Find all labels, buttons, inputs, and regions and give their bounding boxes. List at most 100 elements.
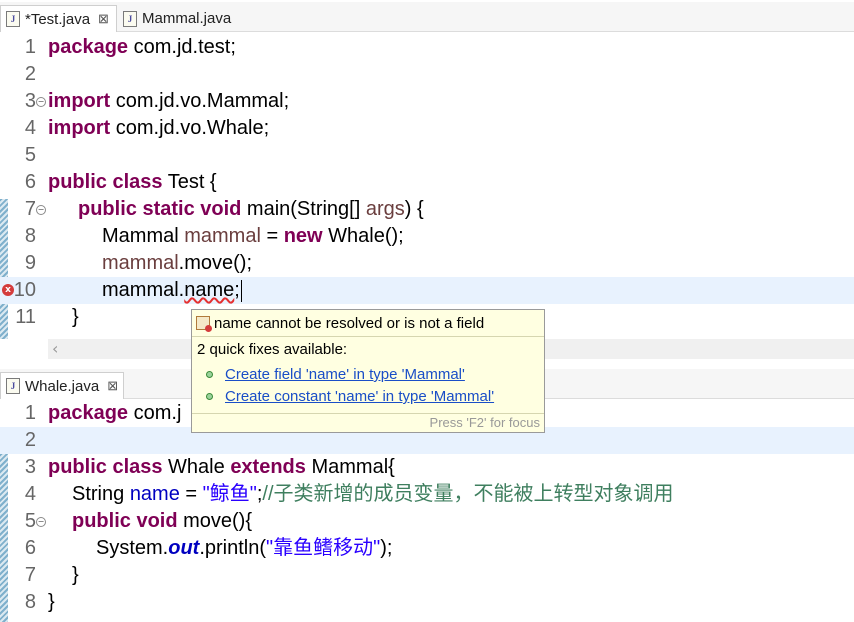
code-text: com.jd.vo.Whale; (110, 117, 270, 139)
line-number: 8 (24, 591, 36, 613)
code-line: 9 mammal.move(); (0, 250, 854, 277)
code-text: main(String[] (241, 198, 366, 220)
code-text: Whale (162, 456, 231, 478)
line-number: 5 (24, 144, 36, 166)
code-text: = (260, 225, 284, 247)
string-literal: "靠鱼鳍移动" (266, 537, 381, 559)
code-text: mammal. (102, 279, 185, 301)
test-java-editor[interactable]: 1 package com.jd.test; 2 3 − import com.… (0, 32, 854, 339)
code-line: 4 String name = "鲸鱼";//子类新增的成员变量，不能被上转型对… (0, 481, 854, 508)
code-text: } (48, 591, 55, 613)
popup-footer: Press 'F2' for focus (192, 413, 544, 432)
code-text: .println( (199, 537, 267, 559)
code-line: 5 − public void move(){ (0, 508, 854, 535)
scroll-left-icon[interactable]: ‹ (52, 339, 58, 359)
popup-header: name cannot be resolved or is not a fiel… (192, 310, 544, 337)
close-icon[interactable]: ⊠ (107, 378, 118, 394)
line-number: 5 (24, 510, 36, 532)
keyword: public class (48, 456, 163, 478)
bullet-icon (206, 393, 213, 400)
line-number: 3 (24, 90, 36, 112)
code-line: 6 public class Test { (0, 169, 854, 196)
line-number: 4 (24, 483, 36, 505)
keyword: public void (72, 510, 178, 532)
code-line: 4 import com.jd.vo.Whale; (0, 115, 854, 142)
quick-fix-item[interactable]: Create constant 'name' in type 'Mammal' (206, 388, 494, 405)
code-text: ; (234, 279, 240, 301)
text-caret (240, 279, 242, 302)
keyword: new (283, 225, 323, 247)
code-text: ) { (404, 198, 424, 220)
line-number: 3 (24, 456, 36, 478)
bullet-icon (206, 371, 213, 378)
java-file-icon: J (123, 10, 137, 27)
code-text: Whale(); (322, 225, 404, 247)
code-text: } (72, 306, 79, 328)
line-number: 1 (24, 36, 36, 58)
code-line: 6 System.out.println("靠鱼鳍移动"); (0, 535, 854, 562)
code-text: Test { (162, 171, 217, 193)
keyword: package (48, 402, 129, 424)
tab-test-java[interactable]: J *Test.java ⊠ (0, 5, 117, 32)
current-code-line: x 10 mammal.name; (0, 277, 854, 304)
code-line: 3 − import com.jd.vo.Mammal; (0, 88, 854, 115)
quick-fix-item[interactable]: Create field 'name' in type 'Mammal' (206, 366, 465, 383)
code-text: Mammal (102, 225, 185, 247)
quickfix-icon (196, 316, 212, 332)
string-literal: "鲸鱼" (202, 483, 257, 505)
line-number: 9 (24, 252, 36, 274)
keyword: extends (230, 456, 306, 478)
tab-whale-java[interactable]: J Whale.java ⊠ (0, 372, 124, 399)
code-line: 3 public class Whale extends Mammal{ (0, 454, 854, 481)
top-editor-tabbar: J *Test.java ⊠ J Mammal.java (0, 2, 854, 32)
code-text: com.jd.test; (128, 36, 236, 58)
line-number: 6 (24, 537, 36, 559)
line-number: 10 (13, 279, 36, 301)
code-line: 7 } (0, 562, 854, 589)
keyword: public class (48, 171, 163, 193)
keyword: public static void (78, 198, 242, 220)
quick-fix-link[interactable]: Create field 'name' in type 'Mammal' (225, 366, 465, 383)
code-text: = (179, 483, 203, 505)
keyword: import (48, 90, 111, 112)
line-number: 2 (24, 429, 36, 451)
code-text: Mammal{ (305, 456, 395, 478)
code-line: 5 (0, 142, 854, 169)
code-line: 1 package com.jd.test; (0, 34, 854, 61)
tab-label: Mammal.java (142, 10, 232, 27)
quick-fix-popup[interactable]: name cannot be resolved or is not a fiel… (191, 309, 545, 433)
keyword: package (48, 36, 129, 58)
field-name: name (129, 483, 180, 505)
parameter-name: args (365, 198, 405, 220)
java-file-icon: J (6, 11, 20, 27)
line-number: 7 (24, 564, 36, 586)
line-number: 2 (24, 63, 36, 85)
fold-icon[interactable]: − (36, 205, 46, 215)
local-variable: mammal (102, 252, 179, 274)
code-text: String (72, 483, 130, 505)
code-line: 8 } (0, 589, 854, 616)
line-number: 11 (15, 306, 36, 328)
line-number: 8 (24, 225, 36, 247)
line-number: 6 (24, 171, 36, 193)
tab-mammal-java[interactable]: J Mammal.java (118, 5, 248, 32)
java-file-icon: J (6, 378, 20, 394)
close-icon[interactable]: ⊠ (98, 11, 109, 27)
code-text: .move(); (178, 252, 253, 274)
whale-java-editor[interactable]: 1 package com.j 2 3 public class Whale e… (0, 400, 854, 622)
popup-title: name cannot be resolved or is not a fiel… (214, 314, 485, 332)
fold-icon[interactable]: − (36, 97, 46, 107)
line-number: 1 (24, 402, 36, 424)
error-token[interactable]: name (184, 279, 234, 301)
code-text: ); (380, 537, 393, 559)
popup-footer-text: Press 'F2' for focus (429, 415, 540, 430)
local-variable: mammal (184, 225, 261, 247)
code-text: com.jd.vo.Mammal; (110, 90, 290, 112)
line-number: 7 (24, 198, 36, 220)
code-line: 2 (0, 61, 854, 88)
tab-label: *Test.java (25, 10, 91, 28)
quick-fix-link[interactable]: Create constant 'name' in type 'Mammal' (225, 388, 494, 405)
static-field: out (168, 537, 200, 559)
fold-icon[interactable]: − (36, 517, 46, 527)
code-line: 7 − public static void main(String[] arg… (0, 196, 854, 223)
